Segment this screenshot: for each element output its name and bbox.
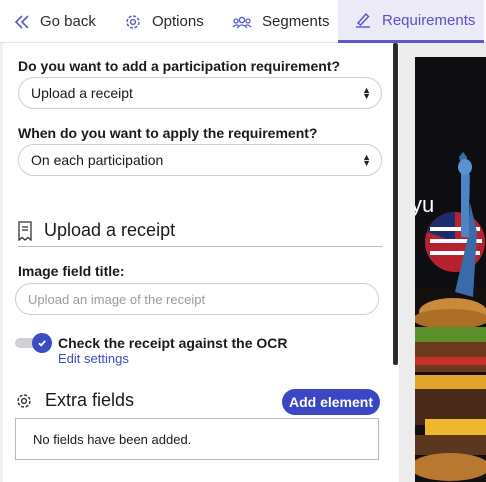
top-tab-bar: Go back Options Segments Requirements: [0, 0, 486, 43]
ocr-toggle-label: Check the receipt against the OCR: [58, 335, 288, 351]
tab-options[interactable]: Options: [124, 0, 204, 43]
image-field-title-input[interactable]: [15, 283, 379, 315]
tab-requirements-label: Requirements: [382, 11, 476, 29]
receipt-section-title: Upload a receipt: [18, 220, 175, 241]
extra-fields-title: Extra fields: [15, 390, 134, 411]
ocr-toggle[interactable]: [15, 333, 53, 353]
section-divider: [18, 246, 382, 247]
pen-signature-icon: [354, 11, 372, 29]
participation-select-value: Upload a receipt: [31, 85, 133, 101]
participation-question: Do you want to add a participation requi…: [18, 58, 341, 74]
receipt-section-label: Upload a receipt: [44, 220, 176, 240]
apply-question: When do you want to apply the requiremen…: [18, 125, 318, 141]
tab-options-label: Options: [152, 13, 204, 30]
apply-select-value: On each participation: [31, 152, 164, 168]
receipt-icon: [18, 220, 32, 241]
image-field-label: Image field title:: [18, 263, 125, 279]
check-icon: [32, 333, 52, 353]
edit-settings-link[interactable]: Edit settings: [58, 351, 129, 366]
participation-select[interactable]: Upload a receipt ▲ ▼: [18, 77, 382, 109]
users-group-icon: [232, 14, 252, 30]
double-chevron-left-icon: [14, 14, 30, 30]
tab-segments[interactable]: Segments: [232, 0, 330, 43]
tab-segments-label: Segments: [262, 13, 330, 30]
go-back-label: Go back: [40, 13, 96, 30]
extra-fields-label: Extra fields: [45, 390, 135, 410]
apply-select[interactable]: On each participation ▲ ▼: [18, 144, 382, 176]
go-back-button[interactable]: Go back: [14, 0, 96, 43]
campaign-preview-image: yu: [415, 57, 486, 482]
gear-icon: [124, 13, 142, 31]
tab-requirements[interactable]: Requirements: [338, 0, 484, 43]
add-element-button[interactable]: Add element: [282, 389, 380, 415]
gear-icon: [15, 392, 33, 410]
empty-message: No fields have been added.: [33, 431, 192, 447]
svg-text:yu: yu: [415, 192, 434, 217]
select-caret-icon: ▲ ▼: [362, 152, 371, 168]
select-caret-icon: ▲ ▼: [362, 85, 371, 101]
requirements-panel: Do you want to add a participation requi…: [0, 43, 397, 482]
panel-scrollbar[interactable]: [393, 43, 398, 365]
extra-fields-empty-state: No fields have been added.: [15, 418, 379, 460]
